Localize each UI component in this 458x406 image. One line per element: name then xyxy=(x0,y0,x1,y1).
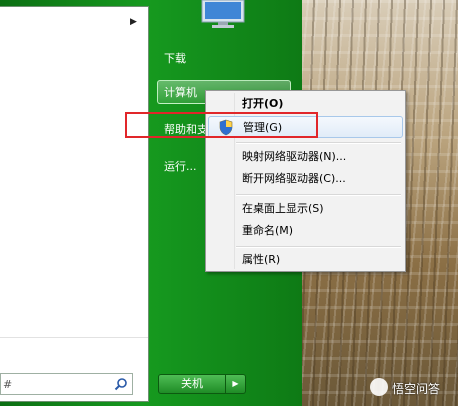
search-icon[interactable] xyxy=(114,377,128,391)
computer-monitor-icon xyxy=(201,0,245,28)
menu-separator xyxy=(236,194,401,196)
menu-separator xyxy=(236,246,401,248)
menu-item-map-network-drive[interactable]: 映射网络驱动器(N)... xyxy=(208,146,403,168)
start-item-downloads[interactable]: 下载 xyxy=(158,48,186,70)
arrow-right-icon: ▶ xyxy=(232,379,239,388)
search-input-text: # xyxy=(3,378,13,391)
start-menu-programs-pane: ▶ xyxy=(0,6,149,402)
menu-item-rename[interactable]: 重命名(M) xyxy=(208,220,403,242)
start-item-run[interactable]: 运行... xyxy=(158,156,197,178)
watermark-logo-icon xyxy=(370,378,388,396)
submenu-arrow-icon[interactable]: ▶ xyxy=(130,17,137,27)
menu-item-disconnect-network-drive[interactable]: 断开网络驱动器(C)... xyxy=(208,168,403,190)
watermark-text: 悟空问答 xyxy=(392,382,441,396)
red-highlight-annotation xyxy=(125,112,318,138)
menu-item-show-on-desktop[interactable]: 在桌面上显示(S) xyxy=(208,198,403,220)
shutdown-options-button[interactable]: ▶ xyxy=(226,374,246,394)
search-input[interactable]: # xyxy=(0,373,133,395)
menu-item-properties[interactable]: 属性(R) xyxy=(208,249,403,271)
shutdown-button[interactable]: 关机 xyxy=(158,374,226,394)
shutdown-group: 关机 ▶ xyxy=(158,374,248,394)
menu-separator xyxy=(236,142,401,144)
programs-separator xyxy=(0,337,148,338)
